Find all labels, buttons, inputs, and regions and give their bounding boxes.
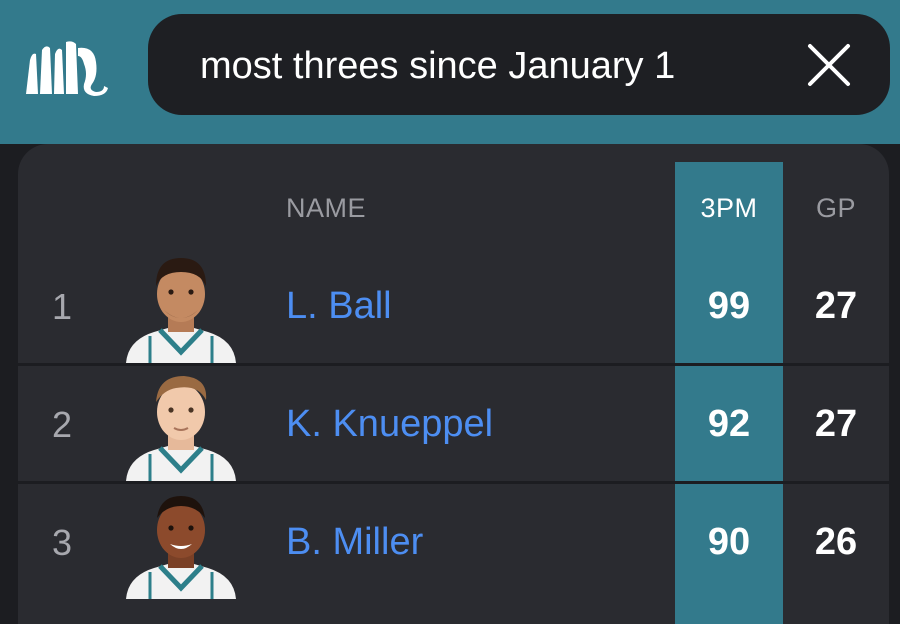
close-icon[interactable] [804, 40, 854, 90]
player-avatar [126, 258, 236, 363]
rank-number: 1 [52, 286, 73, 327]
player-name-link[interactable]: L. Ball [286, 284, 392, 328]
three-pm-value: 90 [707, 521, 751, 563]
search-input[interactable]: most threes since January 1 [200, 44, 760, 88]
three-pm-value: 92 [707, 403, 751, 445]
gp-value: 26 [814, 521, 858, 563]
results-table: NAME 3PM GP 1 L. Ball 99 27 2 K. Knueppe… [18, 144, 889, 624]
elephant-logo-icon[interactable] [22, 40, 108, 96]
gp-value: 27 [814, 285, 858, 327]
player-avatar [126, 496, 236, 599]
player-name-link[interactable]: B. Miller [286, 520, 423, 564]
rank-number: 3 [52, 522, 73, 563]
column-header-gp[interactable]: GP [783, 192, 889, 224]
gp-value: 27 [814, 403, 858, 445]
search-bar[interactable]: most threes since January 1 [148, 14, 890, 115]
table-row[interactable]: 3 B. Miller 90 26 [18, 482, 889, 599]
player-avatar [126, 376, 236, 481]
table-row[interactable]: 1 L. Ball 99 27 [18, 246, 889, 363]
column-header-name[interactable]: NAME [286, 192, 366, 224]
top-bar: most threes since January 1 [0, 0, 900, 144]
three-pm-value: 99 [707, 285, 751, 327]
column-header-3pm[interactable]: 3PM [675, 192, 783, 224]
rank-number: 2 [52, 404, 73, 445]
table-row[interactable]: 2 K. Knueppel 92 27 [18, 364, 889, 481]
player-name-link[interactable]: K. Knueppel [286, 402, 493, 446]
